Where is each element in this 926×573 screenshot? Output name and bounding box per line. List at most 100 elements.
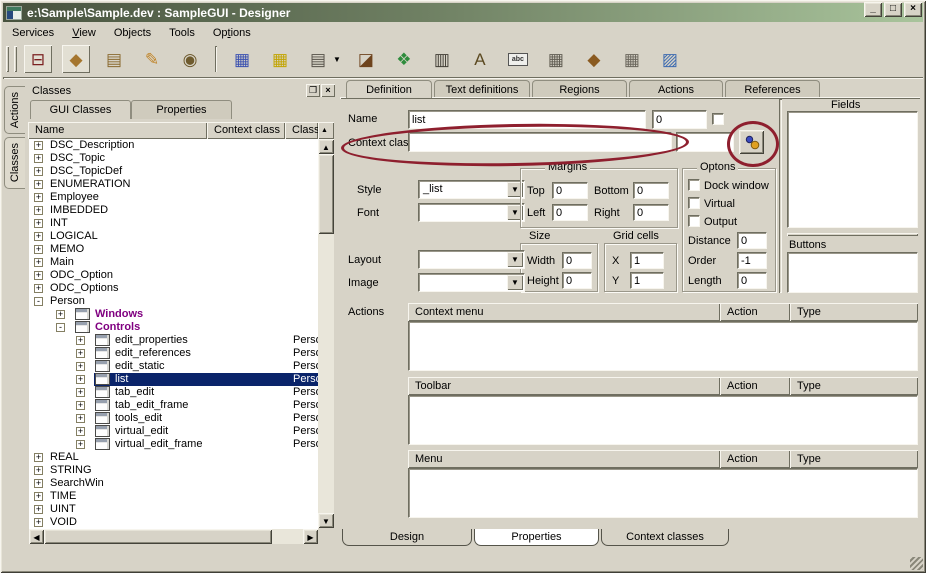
menu-item-objects[interactable]: Objects: [105, 25, 160, 41]
tab-references[interactable]: References: [725, 80, 820, 98]
tree-row[interactable]: +tools_editPerso: [29, 412, 318, 425]
dock-window-checkbox[interactable]: [688, 179, 700, 191]
colors-icon[interactable]: ❖: [390, 45, 418, 73]
window-fields-icon[interactable]: ▤: [304, 45, 332, 73]
length-input[interactable]: [737, 272, 767, 289]
tree-row[interactable]: +VOID: [29, 516, 318, 529]
height-input[interactable]: [562, 272, 592, 289]
style-combobox[interactable]: _list ▼: [418, 180, 525, 199]
toolbar-grip[interactable]: [14, 46, 17, 72]
report-icon[interactable]: ▥: [428, 45, 456, 73]
name-checkbox[interactable]: [712, 113, 724, 125]
virtual-checkbox[interactable]: [688, 197, 700, 209]
tree-row[interactable]: +listPerso: [29, 373, 318, 386]
menu-item-view[interactable]: View: [63, 25, 105, 41]
image-combobox[interactable]: ▼: [418, 273, 525, 292]
order-input[interactable]: [737, 252, 767, 269]
dialog-items-icon[interactable]: ▨: [656, 45, 684, 73]
tree-row[interactable]: +tab_edit_framePerso: [29, 399, 318, 412]
close-panel-icon[interactable]: ×: [321, 84, 335, 97]
action-column[interactable]: Action: [720, 377, 790, 395]
tab-context-classes[interactable]: Context classes: [601, 529, 729, 546]
margin-top-input[interactable]: [552, 182, 588, 199]
font-combobox[interactable]: ▼: [418, 203, 525, 222]
menu-column[interactable]: Menu: [408, 450, 720, 468]
save-yellow-icon[interactable]: ▦: [266, 45, 294, 73]
label-icon[interactable]: abc: [504, 45, 532, 73]
scroll-left-icon[interactable]: ◀: [29, 529, 44, 544]
expand-icon[interactable]: +: [34, 167, 43, 176]
save-blue-icon[interactable]: ▦: [228, 45, 256, 73]
tree-row[interactable]: +Main: [29, 256, 318, 269]
font-icon[interactable]: A: [466, 45, 494, 73]
menu-item-options[interactable]: Options: [204, 25, 260, 41]
distance-input[interactable]: [737, 232, 767, 249]
tree-row[interactable]: +edit_staticPerso: [29, 360, 318, 373]
name-input[interactable]: [408, 110, 646, 129]
expand-icon[interactable]: +: [34, 271, 43, 280]
tree-row[interactable]: +edit_propertiesPerso: [29, 334, 318, 347]
dock-tab-classes[interactable]: Classes: [4, 137, 25, 189]
tab-definition[interactable]: Definition: [346, 80, 432, 98]
class-hierarchy-icon[interactable]: ⊟: [24, 45, 52, 73]
expand-icon[interactable]: +: [34, 466, 43, 475]
tab-design[interactable]: Design: [342, 529, 472, 546]
eraser-icon[interactable]: ◆: [62, 45, 90, 73]
scroll-down-icon[interactable]: ▼: [318, 513, 334, 528]
float-panel-icon[interactable]: ❐: [306, 84, 320, 97]
expand-icon[interactable]: +: [34, 518, 43, 527]
object-book-icon[interactable]: ▤: [100, 45, 128, 73]
tree-row[interactable]: +UINT: [29, 503, 318, 516]
context-class-index-input[interactable]: [676, 132, 734, 152]
expand-icon[interactable]: +: [34, 245, 43, 254]
tree-row[interactable]: +Employee: [29, 191, 318, 204]
expand-icon[interactable]: +: [76, 401, 85, 410]
tree-row[interactable]: +DSC_TopicDef: [29, 165, 318, 178]
resize-grip[interactable]: [910, 557, 923, 570]
fields-listbox[interactable]: [787, 111, 918, 228]
width-input[interactable]: [562, 252, 592, 269]
margin-bottom-input[interactable]: [633, 182, 669, 199]
buttons-splitter[interactable]: [787, 233, 918, 236]
collapse-icon[interactable]: -: [34, 297, 43, 306]
expand-icon[interactable]: +: [76, 336, 85, 345]
margin-left-input[interactable]: [552, 204, 588, 221]
expand-icon[interactable]: +: [34, 193, 43, 202]
dock-tab-actions[interactable]: Actions: [4, 86, 25, 134]
tree-row[interactable]: +virtual_editPerso: [29, 425, 318, 438]
tree-row[interactable]: +tab_editPerso: [29, 386, 318, 399]
scroll-up-icon[interactable]: ▲: [318, 139, 334, 154]
close-button[interactable]: ×: [904, 2, 922, 17]
image-icon[interactable]: ◪: [352, 45, 380, 73]
tab-properties[interactable]: Properties: [474, 529, 599, 546]
tab-gui-classes[interactable]: GUI Classes: [30, 100, 131, 119]
sort-arrow-icon[interactable]: ▲: [318, 122, 334, 139]
expand-icon[interactable]: +: [34, 492, 43, 501]
expand-icon[interactable]: +: [76, 349, 85, 358]
chevron-down-icon[interactable]: ▼: [507, 275, 523, 290]
inspect-icon[interactable]: ◉: [176, 45, 204, 73]
expand-icon[interactable]: +: [34, 180, 43, 189]
expand-icon[interactable]: +: [76, 414, 85, 423]
expand-icon[interactable]: +: [34, 505, 43, 514]
tab-regions[interactable]: Regions: [532, 80, 627, 98]
margin-right-input[interactable]: [633, 204, 669, 221]
tree-row[interactable]: +IMBEDDED: [29, 204, 318, 217]
buttons-listbox[interactable]: [787, 252, 918, 293]
action-column[interactable]: Action: [720, 303, 790, 321]
v-scroll-thumb[interactable]: [318, 154, 334, 234]
expand-icon[interactable]: +: [34, 232, 43, 241]
context-class-input[interactable]: [408, 132, 672, 152]
tree-row[interactable]: -Person: [29, 295, 318, 308]
window-grid-icon[interactable]: ▦: [542, 45, 570, 73]
output-checkbox[interactable]: [688, 215, 700, 227]
expand-icon[interactable]: +: [34, 453, 43, 462]
tree-row[interactable]: +edit_referencesPerso: [29, 347, 318, 360]
server-form-icon[interactable]: ▦: [618, 45, 646, 73]
tab-text-definitions[interactable]: Text definitions: [434, 80, 530, 98]
tree-row[interactable]: +LOGICAL: [29, 230, 318, 243]
tree-row[interactable]: +Windows: [29, 308, 318, 321]
expand-icon[interactable]: +: [76, 362, 85, 371]
context-menu-column[interactable]: Context menu: [408, 303, 720, 321]
expand-icon[interactable]: +: [34, 258, 43, 267]
